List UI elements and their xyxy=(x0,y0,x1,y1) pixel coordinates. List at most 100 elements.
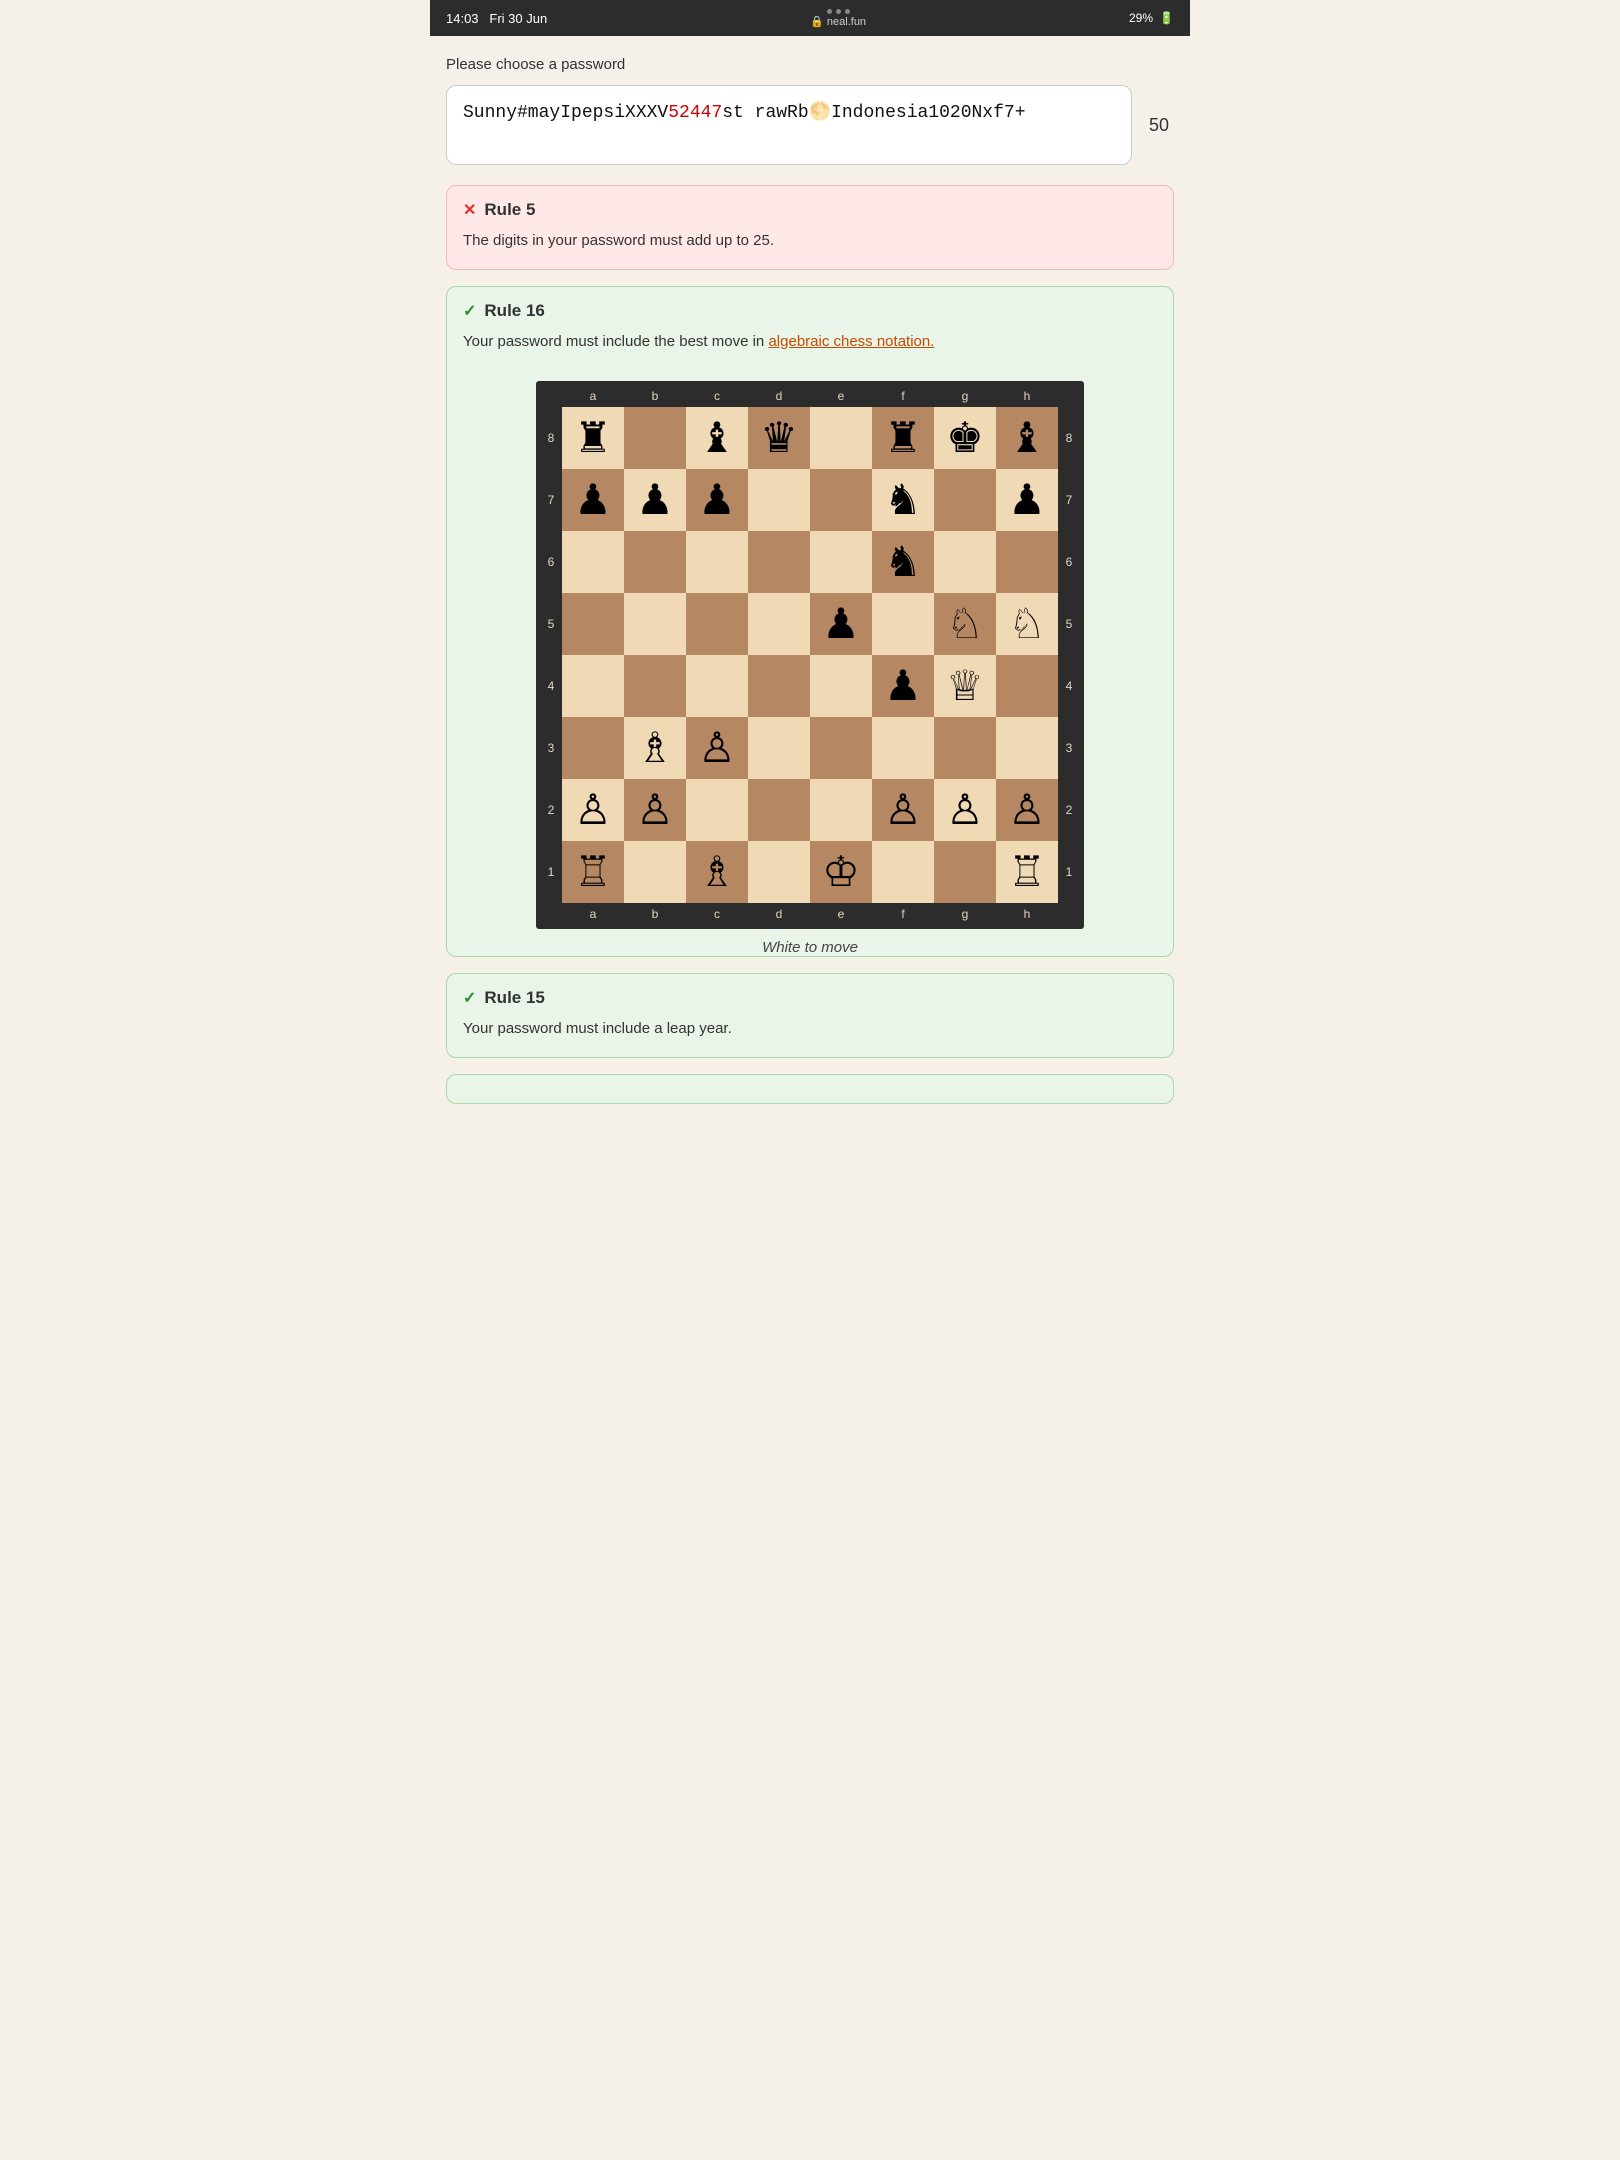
rank-4: 4 xyxy=(540,679,562,693)
cell-d1 xyxy=(748,841,810,903)
col-e-bot: e xyxy=(810,907,872,921)
cell-b2: ♙ xyxy=(624,779,686,841)
rule15-header: ✓ Rule 15 xyxy=(447,974,1173,1018)
cell-f6: ♞ xyxy=(872,531,934,593)
status-bar: 14:03 Fri 30 Jun 🔒 neal.fun 29% 🔋 xyxy=(430,0,1190,36)
bottom-coords: a b c d e f g h xyxy=(540,903,1080,925)
cell-e6 xyxy=(810,531,872,593)
cell-c1: ♗ xyxy=(686,841,748,903)
cell-h3 xyxy=(996,717,1058,779)
cell-d3 xyxy=(748,717,810,779)
battery-icon: 🔋 xyxy=(1159,11,1174,25)
cell-g1 xyxy=(934,841,996,903)
password-highlight: 52447 xyxy=(668,103,722,123)
col-c-top: c xyxy=(686,389,748,403)
status-date: Fri 30 Jun xyxy=(489,11,547,26)
cell-f5 xyxy=(872,593,934,655)
cell-a7: ♟ xyxy=(562,469,624,531)
chess-board-wrapper: a b c d e f g h 8 7 xyxy=(447,381,1173,956)
col-h-top: h xyxy=(996,389,1058,403)
cell-b1 xyxy=(624,841,686,903)
rule16-header: ✓ Rule 16 xyxy=(447,287,1173,331)
col-c-bot: c xyxy=(686,907,748,921)
col-e-top: e xyxy=(810,389,872,403)
cell-a3 xyxy=(562,717,624,779)
rank-2: 2 xyxy=(540,803,562,817)
cell-e3 xyxy=(810,717,872,779)
col-d-bot: d xyxy=(748,907,810,921)
chess-notation-link[interactable]: algebraic chess notation. xyxy=(768,333,934,350)
col-b-bot: b xyxy=(624,907,686,921)
rule16-pass-icon: ✓ xyxy=(463,301,476,321)
rank-7: 7 xyxy=(540,493,562,507)
rank-3: 3 xyxy=(540,741,562,755)
white-to-move-caption: White to move xyxy=(762,939,858,956)
rule-card-rule16: ✓ Rule 16 Your password must include the… xyxy=(446,286,1174,958)
rank-3-r: 3 xyxy=(1058,741,1080,755)
status-dots xyxy=(827,9,850,14)
cell-e7 xyxy=(810,469,872,531)
cell-g2: ♙ xyxy=(934,779,996,841)
top-coords: a b c d e f g h xyxy=(540,385,1080,407)
rule16-body-prefix: Your password must include the best move… xyxy=(463,333,768,350)
cell-c2 xyxy=(686,779,748,841)
cell-g5: ♘ xyxy=(934,593,996,655)
cell-h8: ♝ xyxy=(996,407,1058,469)
col-g-top: g xyxy=(934,389,996,403)
status-time-date: 14:03 Fri 30 Jun xyxy=(446,11,547,26)
cell-b7: ♟ xyxy=(624,469,686,531)
col-a-top: a xyxy=(562,389,624,403)
rule16-body: Your password must include the best move… xyxy=(447,331,1173,370)
cell-g7 xyxy=(934,469,996,531)
rule15-body: Your password must include a leap year. xyxy=(447,1018,1173,1057)
cell-d2 xyxy=(748,779,810,841)
cell-c4 xyxy=(686,655,748,717)
rule5-fail-icon: ✕ xyxy=(463,200,476,220)
cell-g8: ♚ xyxy=(934,407,996,469)
rule5-header: ✕ Rule 5 xyxy=(447,186,1173,230)
rank-labels-right: 8 7 6 5 4 3 2 1 xyxy=(1058,407,1080,903)
cell-d5 xyxy=(748,593,810,655)
cell-f8: ♜ xyxy=(872,407,934,469)
rule-card-rule5: ✕ Rule 5 The digits in your password mus… xyxy=(446,185,1174,270)
cell-b8 xyxy=(624,407,686,469)
char-count: 50 xyxy=(1144,115,1174,136)
cell-a8: ♜ xyxy=(562,407,624,469)
col-f-bot: f xyxy=(872,907,934,921)
status-right: 29% 🔋 xyxy=(1129,11,1174,25)
rank-1: 1 xyxy=(540,865,562,879)
col-f-top: f xyxy=(872,389,934,403)
rule5-label: Rule 5 xyxy=(484,200,535,220)
cell-d6 xyxy=(748,531,810,593)
cell-f2: ♙ xyxy=(872,779,934,841)
board-with-ranks: 8 7 6 5 4 3 2 1 ♜♝♛♜♚♝♟♟♟♞♟♞♟♘♘♟♕♗♙♙♙♙♙♙… xyxy=(540,407,1080,903)
rank-labels-left: 8 7 6 5 4 3 2 1 xyxy=(540,407,562,903)
cell-g3 xyxy=(934,717,996,779)
rank-5-r: 5 xyxy=(1058,617,1080,631)
rank-6: 6 xyxy=(540,555,562,569)
chess-container: a b c d e f g h 8 7 xyxy=(447,381,1173,956)
password-input[interactable]: Sunny#mayIpepsiXXXV52447st rawRb🌕Indones… xyxy=(446,85,1132,165)
cell-h5: ♘ xyxy=(996,593,1058,655)
cell-f3 xyxy=(872,717,934,779)
rule15-label: Rule 15 xyxy=(484,988,544,1008)
cell-c7: ♟ xyxy=(686,469,748,531)
rank-4-r: 4 xyxy=(1058,679,1080,693)
cell-h7: ♟ xyxy=(996,469,1058,531)
choose-password-label: Please choose a password xyxy=(446,56,1174,73)
cell-h2: ♙ xyxy=(996,779,1058,841)
col-d-top: d xyxy=(748,389,810,403)
rank-1-r: 1 xyxy=(1058,865,1080,879)
col-g-bot: g xyxy=(934,907,996,921)
cell-d7 xyxy=(748,469,810,531)
chess-grid: ♜♝♛♜♚♝♟♟♟♞♟♞♟♘♘♟♕♗♙♙♙♙♙♙♖♗♔♖ xyxy=(562,407,1058,903)
cell-h6 xyxy=(996,531,1058,593)
dot3 xyxy=(845,9,850,14)
cell-d8: ♛ xyxy=(748,407,810,469)
password-row: Sunny#mayIpepsiXXXV52447st rawRb🌕Indones… xyxy=(446,85,1174,165)
rank-8-r: 8 xyxy=(1058,431,1080,445)
cell-b3: ♗ xyxy=(624,717,686,779)
rule-card-partial xyxy=(446,1074,1174,1104)
cell-e2 xyxy=(810,779,872,841)
cell-c5 xyxy=(686,593,748,655)
